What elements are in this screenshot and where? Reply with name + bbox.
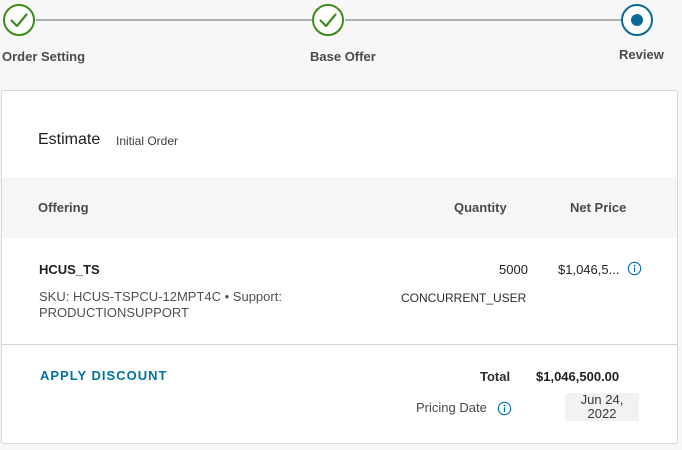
dot-circle-icon[interactable] xyxy=(620,3,654,37)
check-circle-icon[interactable] xyxy=(311,3,345,37)
offering-quantity: 5000 xyxy=(499,262,528,277)
step-label-base-offer[interactable]: Base Offer xyxy=(310,49,376,64)
estimate-title: Estimate xyxy=(38,131,101,148)
offering-unit: CONCURRENT_USER xyxy=(401,291,527,305)
apply-discount-link[interactable]: APPLY DISCOUNT xyxy=(40,368,167,383)
divider xyxy=(2,344,677,345)
table-header: Offering Quantity Net Price xyxy=(2,177,677,238)
estimate-card: Estimate Initial Order Offering Quantity… xyxy=(1,90,678,444)
estimate-subtitle: Initial Order xyxy=(116,134,179,148)
step-label-review[interactable]: Review xyxy=(619,47,664,62)
progress-stepper: Order Setting Base Offer Review xyxy=(0,0,682,88)
info-circle-icon[interactable] xyxy=(627,261,642,276)
stepper-connector xyxy=(36,19,312,21)
pricing-date-label: Pricing Date xyxy=(416,400,487,415)
info-circle-icon[interactable] xyxy=(497,401,512,416)
column-header-quantity: Quantity xyxy=(454,200,507,215)
offering-name: HCUS_TS xyxy=(39,262,100,277)
total-value: $1,046,500.00 xyxy=(536,369,620,384)
check-circle-icon[interactable] xyxy=(2,3,36,37)
step-label-order-setting[interactable]: Order Setting xyxy=(2,49,85,64)
column-header-net-price: Net Price xyxy=(570,200,627,215)
pricing-date-value: Jun 24, 2022 xyxy=(565,393,639,421)
total-label: Total xyxy=(480,369,511,384)
offering-sku: SKU: HCUS-TSPCU-12MPT4C • Support: PRODU… xyxy=(39,289,282,320)
column-header-offering: Offering xyxy=(38,200,89,215)
offering-net-price: $1,046,5... xyxy=(558,262,620,277)
stepper-connector xyxy=(345,19,621,21)
